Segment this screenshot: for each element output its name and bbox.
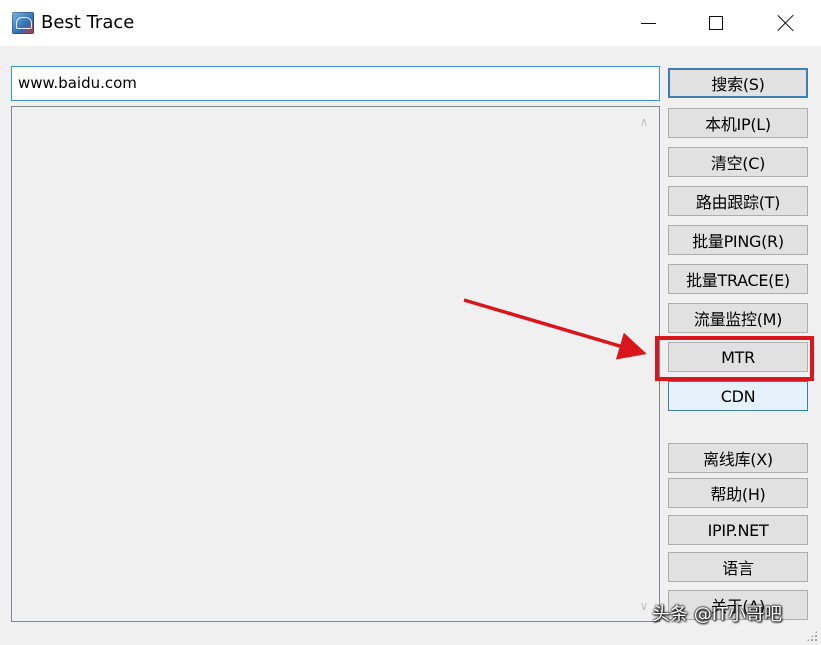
- best-trace-window: Best Trace www.baidu.com ∧ ∨ 搜索(S) 本机IP(…: [0, 0, 821, 645]
- watermark-text: 头条 @IT小哥吧: [652, 604, 783, 625]
- annotation-arrow: [463, 298, 647, 360]
